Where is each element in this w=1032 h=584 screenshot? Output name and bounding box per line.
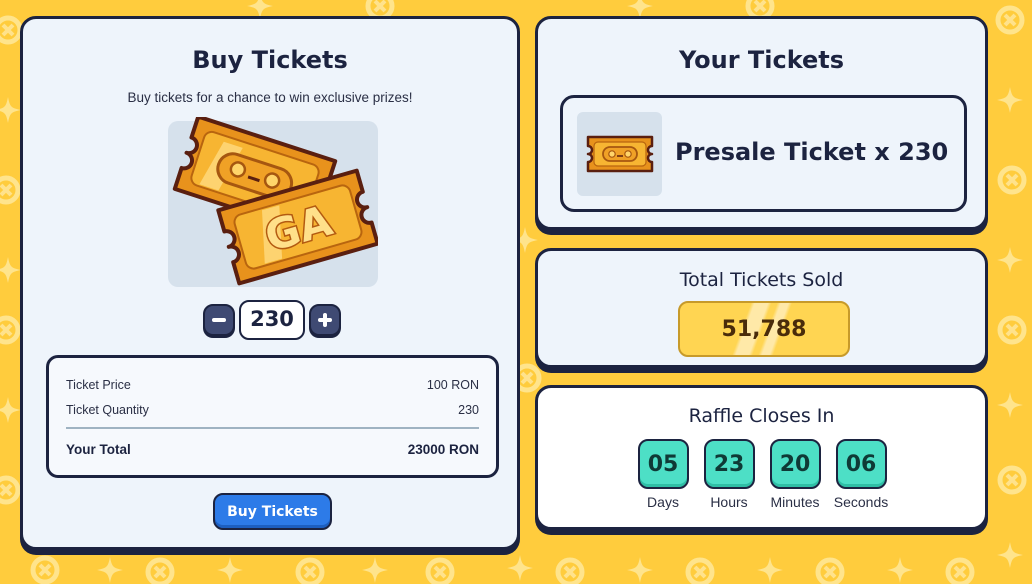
total-label: Your Total: [66, 442, 131, 457]
total-tickets-sold-panel: Total Tickets Sold 51,788: [535, 248, 988, 368]
countdown-minutes-label: Minutes: [770, 494, 820, 510]
countdown-seconds-label: Seconds: [833, 494, 889, 510]
buy-tickets-title: Buy Tickets: [192, 46, 348, 74]
owned-ticket-name: Presale Ticket x 230: [675, 138, 949, 166]
increase-quantity-button[interactable]: [309, 304, 341, 336]
ticket-thumbnail: [577, 112, 662, 196]
countdown-hours-value: 23: [703, 439, 755, 489]
ticket-quantity-value: 230: [458, 403, 479, 417]
countdown-hours-label: Hours: [710, 494, 748, 510]
ticket-price-value: 100 RON: [426, 378, 479, 392]
buy-tickets-subtitle: Buy tickets for a chance to win exclusiv…: [127, 90, 413, 105]
ticket-icon: [586, 135, 654, 173]
plus-icon: [318, 313, 332, 327]
ticket-quantity-label: Ticket Quantity: [66, 403, 149, 417]
countdown-hours: 23 Hours: [694, 439, 764, 510]
buy-tickets-button[interactable]: Buy Tickets: [213, 493, 332, 530]
summary-divider: [66, 427, 479, 429]
countdown-minutes: 20 Minutes: [760, 439, 830, 510]
your-tickets-title: Your Tickets: [678, 46, 845, 74]
total-value: 23000 RON: [407, 442, 479, 457]
order-summary: Ticket Price 100 RON Ticket Quantity 230…: [46, 355, 499, 478]
countdown-days-value: 05: [637, 439, 689, 489]
ticket-price-label: Ticket Price: [66, 378, 131, 392]
buy-tickets-panel: Buy Tickets Buy tickets for a chance to …: [20, 16, 520, 550]
countdown-minutes-value: 20: [769, 439, 821, 489]
tickets-sold-value: 51,788: [721, 316, 807, 342]
total-tickets-sold-title: Total Tickets Sold: [679, 269, 844, 291]
raffle-countdown-panel: Raffle Closes In 05 Days 23 Hours 20 Min…: [535, 385, 988, 530]
raffle-closes-title: Raffle Closes In: [688, 405, 835, 427]
golden-tickets-icon: GA: [172, 117, 378, 286]
your-tickets-panel: Your Tickets Presale Ticket x 230: [535, 16, 988, 230]
countdown-seconds-value: 06: [835, 439, 887, 489]
countdown-days: 05 Days: [628, 439, 698, 510]
tickets-image: GA: [168, 117, 378, 287]
owned-ticket-card: Presale Ticket x 230: [560, 95, 967, 212]
minus-icon: [212, 318, 226, 322]
countdown-days-label: Days: [647, 494, 679, 510]
countdown-seconds: 06 Seconds: [826, 439, 896, 510]
tickets-sold-badge: 51,788: [678, 301, 850, 357]
quantity-input[interactable]: 230: [239, 300, 305, 340]
decrease-quantity-button[interactable]: [203, 304, 235, 336]
